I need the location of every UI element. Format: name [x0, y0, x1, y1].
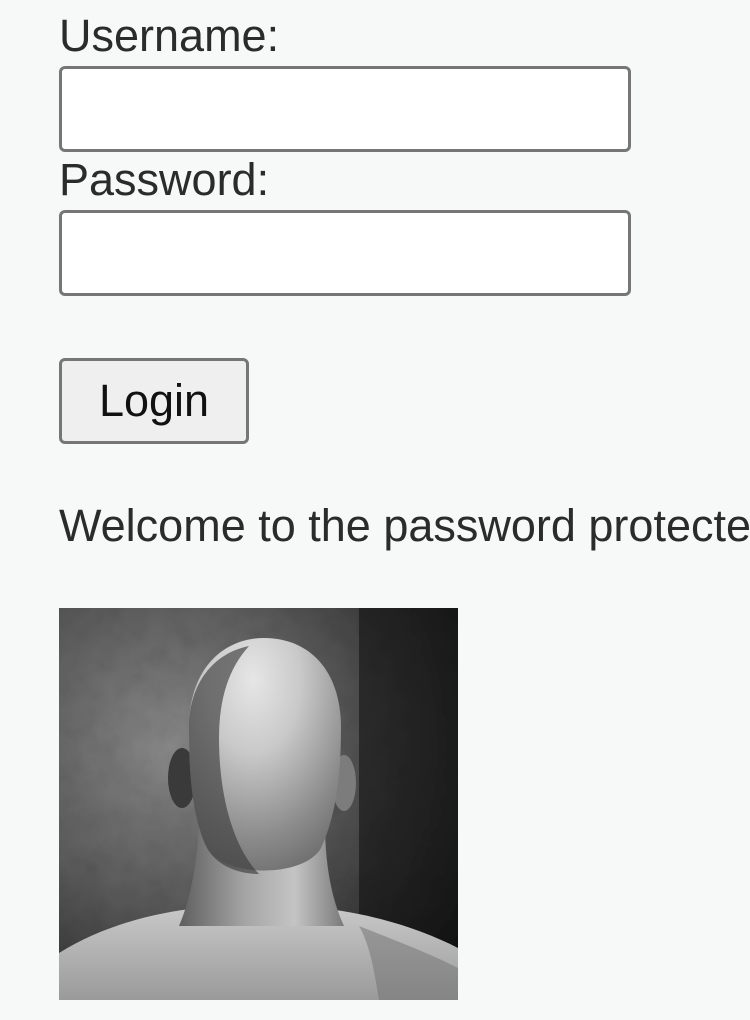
password-input[interactable] — [59, 210, 631, 296]
portrait-photo — [59, 608, 458, 1000]
welcome-message: Welcome to the password protected area — [59, 500, 750, 551]
login-form: Username: Password: — [59, 10, 659, 296]
login-button[interactable]: Login — [59, 358, 249, 444]
username-label: Username: — [59, 10, 280, 61]
password-label: Password: — [59, 154, 270, 205]
username-input[interactable] — [59, 66, 631, 152]
